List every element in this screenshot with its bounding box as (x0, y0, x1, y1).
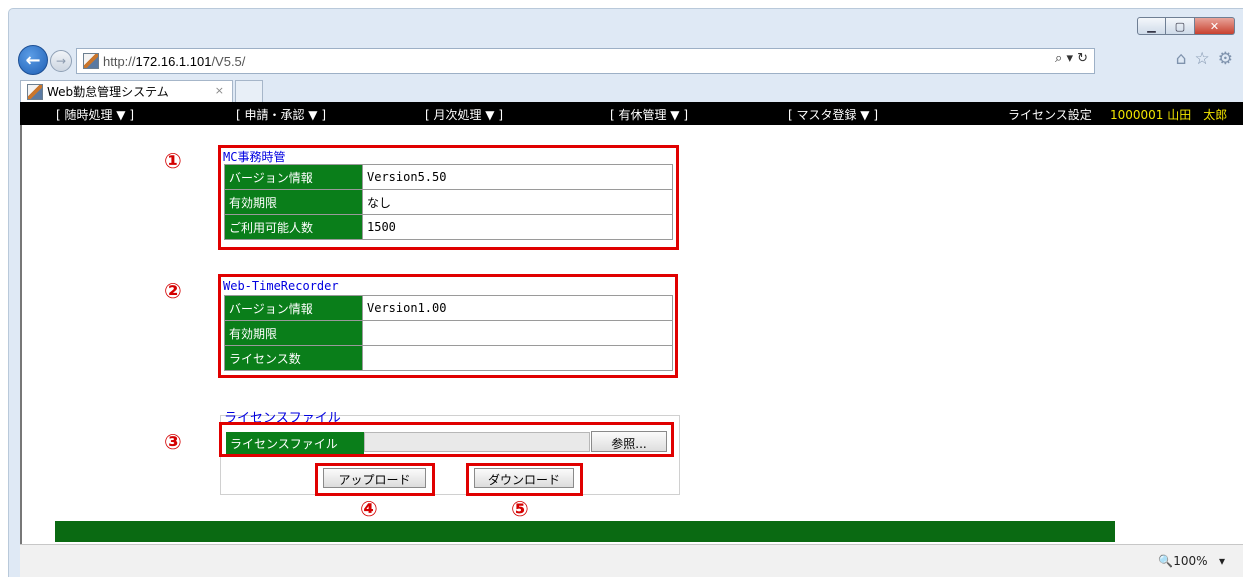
mc-users-value: 1500 (362, 214, 673, 240)
browser-tab[interactable]: Web勤怠管理システム × (20, 80, 233, 102)
mc-panel-title: MC事務時管 (223, 150, 286, 164)
site-favicon-icon (83, 53, 99, 69)
mc-expiry-label: 有効期限 (224, 189, 363, 215)
favorites-star-icon[interactable]: ☆ (1195, 49, 1210, 69)
upload-button[interactable]: アップロード (323, 468, 426, 488)
license-file-label: ライセンスファイル (226, 432, 364, 454)
wtr-panel-title: Web-TimeRecorder (223, 279, 339, 293)
window-buttons: ▁ ▢ ✕ (1137, 17, 1235, 35)
menu-item-master[interactable]: [ マスタ登録 ▼ ] (788, 106, 878, 123)
wtr-version-label: バージョン情報 (224, 295, 363, 321)
url-text: http://172.16.1.101/V5.5/ (103, 53, 246, 69)
navigation-row: ← → http://172.16.1.101/V5.5/ ⌕ ▾ ↻ ⌂ ☆ … (18, 45, 1243, 79)
menu-item-adhoc[interactable]: [ 随時処理 ▼ ] (56, 106, 134, 123)
zoom-level: 🔍100% (1158, 554, 1208, 568)
tab-favicon-icon (27, 83, 43, 100)
table-row: ご利用可能人数 1500 (224, 214, 673, 240)
mc-expiry-value: なし (362, 189, 673, 215)
forward-arrow-icon[interactable]: → (50, 50, 72, 72)
browser-chrome: ▁ ▢ ✕ ← → http://172.16.1.101/V5.5/ ⌕ ▾ … (0, 0, 1243, 577)
wtr-license-count-label: ライセンス数 (224, 345, 363, 371)
app-menu-bar: [ 随時処理 ▼ ] [ 申請・承認 ▼ ] [ 月次処理 ▼ ] [ 有休管理… (20, 102, 1243, 125)
table-row: ライセンス数 (224, 345, 673, 371)
content-left-edge (20, 125, 22, 544)
new-tab-button[interactable] (235, 80, 263, 102)
menu-item-monthly[interactable]: [ 月次処理 ▼ ] (425, 106, 503, 123)
maximize-icon[interactable]: ▢ (1166, 17, 1195, 35)
browse-button[interactable]: 参照... (591, 431, 667, 452)
gear-icon[interactable]: ⚙ (1218, 49, 1233, 69)
mc-version-label: バージョン情報 (224, 164, 363, 190)
table-row: 有効期限 (224, 320, 673, 346)
back-arrow-icon[interactable]: ← (18, 45, 48, 75)
marker-2: ② (164, 279, 182, 303)
search-refresh-icons[interactable]: ⌕ ▾ ↻ (1055, 51, 1088, 66)
zoom-control[interactable]: 🔍100% ▾ (1158, 554, 1225, 568)
menu-item-approval[interactable]: [ 申請・承認 ▼ ] (236, 106, 326, 123)
wtr-expiry-value (362, 320, 673, 346)
home-icon[interactable]: ⌂ (1176, 49, 1187, 69)
download-button[interactable]: ダウンロード (474, 468, 574, 488)
footer-bar (55, 521, 1115, 542)
marker-4: ④ (360, 497, 378, 521)
minimize-icon[interactable]: ▁ (1137, 17, 1166, 35)
table-row: 有効期限 なし (224, 189, 673, 215)
wtr-expiry-label: 有効期限 (224, 320, 363, 346)
tab-title: Web勤怠管理システム (47, 85, 169, 99)
mc-version-value: Version5.50 (362, 164, 673, 190)
wtr-version-value: Version1.00 (362, 295, 673, 321)
marker-3: ③ (164, 430, 182, 454)
user-info: 1000001 山田 太郎 (1110, 108, 1228, 122)
marker-1: ① (164, 149, 182, 173)
browser-toolbar-icons: ⌂ ☆ ⚙ (1176, 49, 1233, 69)
close-icon[interactable]: ✕ (1195, 17, 1235, 35)
tab-close-icon[interactable]: × (215, 84, 224, 97)
marker-5: ⑤ (511, 497, 529, 521)
license-file-input[interactable] (364, 432, 590, 452)
table-row: バージョン情報 Version5.50 (224, 164, 673, 190)
chevron-down-icon: ▾ (1218, 554, 1225, 568)
status-bar: 🔍100% ▾ (20, 544, 1243, 577)
table-row: バージョン情報 Version1.00 (224, 295, 673, 321)
mc-info-table: バージョン情報 Version5.50 有効期限 なし ご利用可能人数 1500 (224, 164, 673, 240)
menu-item-paid-leave[interactable]: [ 有休管理 ▼ ] (610, 106, 688, 123)
license-settings-link[interactable]: ライセンス設定 (1008, 106, 1092, 123)
address-bar[interactable]: http://172.16.1.101/V5.5/ ⌕ ▾ ↻ (76, 48, 1095, 74)
page-content: ① MC事務時管 バージョン情報 Version5.50 有効期限 なし ご利用… (20, 125, 1243, 544)
mc-users-label: ご利用可能人数 (224, 214, 363, 240)
wtr-info-table: バージョン情報 Version1.00 有効期限 ライセンス数 (224, 295, 673, 371)
wtr-license-count-value (362, 345, 673, 371)
